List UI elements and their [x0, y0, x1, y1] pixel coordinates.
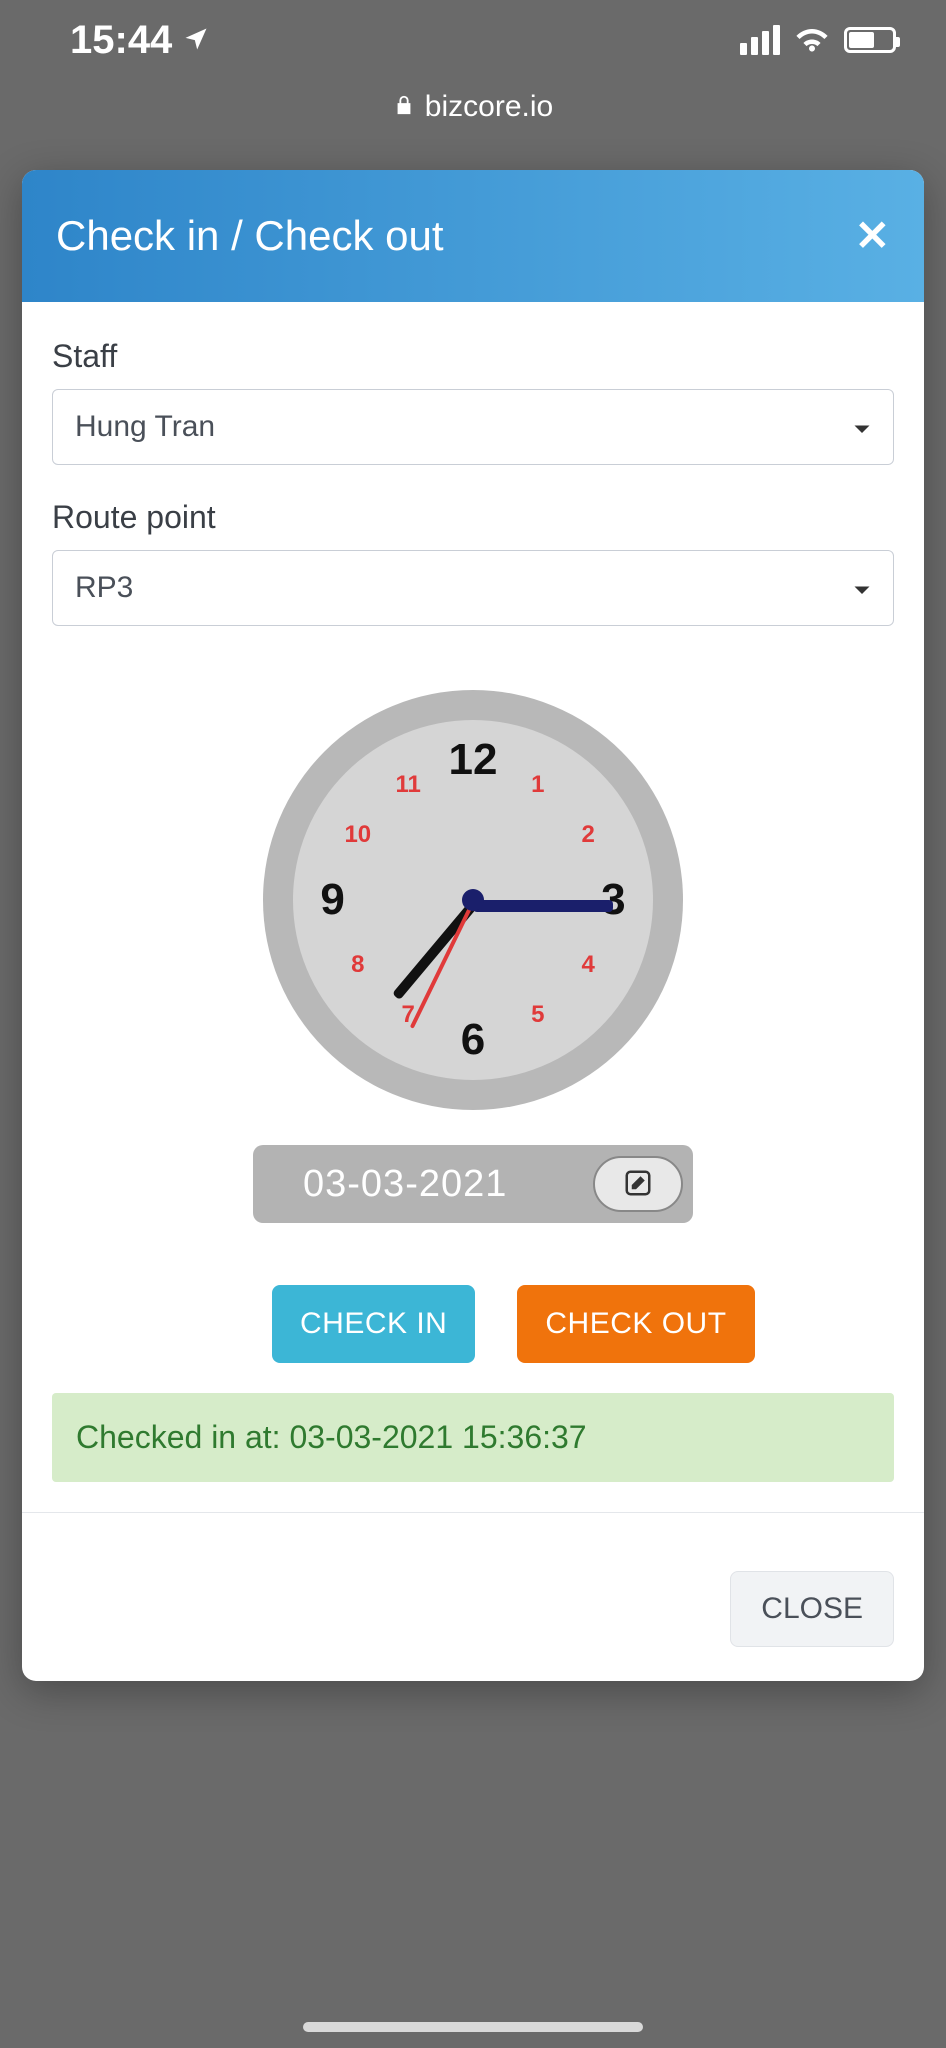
chevron-down-icon: [853, 571, 871, 605]
signal-icon: [740, 25, 780, 55]
battery-icon: [844, 27, 896, 53]
checkout-button[interactable]: CHECK OUT: [517, 1285, 754, 1363]
clock-face: 12 3 6 9 1 2 4 5 7 8 10 11: [293, 720, 653, 1080]
date-display: 03-03-2021: [253, 1145, 693, 1223]
clock-hour-hand: [473, 900, 613, 912]
clock-container: 12 3 6 9 1 2 4 5 7 8 10 11: [52, 660, 894, 1120]
modal-title: Check in / Check out: [56, 212, 444, 260]
modal-header: Check in / Check out ✕: [22, 170, 924, 302]
modal-body: Staff Hung Tran Route point RP3 12 3 6 9: [22, 302, 924, 1545]
clock-num-9: 9: [320, 875, 344, 925]
status-icons: [740, 24, 896, 57]
clock-num-6: 6: [461, 1015, 485, 1065]
modal-footer: CLOSE: [22, 1545, 924, 1681]
status-bar: 15:44: [0, 0, 946, 80]
edit-date-button[interactable]: [593, 1156, 683, 1212]
checkin-button[interactable]: CHECK IN: [272, 1285, 475, 1363]
close-icon[interactable]: ✕: [855, 215, 890, 257]
close-button[interactable]: CLOSE: [730, 1571, 894, 1647]
lock-icon: [393, 90, 415, 124]
route-point-select-value: RP3: [75, 571, 133, 604]
staff-select[interactable]: Hung Tran: [52, 389, 894, 465]
route-point-label: Route point: [52, 499, 894, 536]
clock-num-5: 5: [531, 1001, 544, 1029]
analog-clock: 12 3 6 9 1 2 4 5 7 8 10 11: [263, 690, 683, 1110]
route-point-select[interactable]: RP3: [52, 550, 894, 626]
checkin-modal: Check in / Check out ✕ Staff Hung Tran R…: [22, 170, 924, 1681]
location-arrow-icon: [182, 18, 210, 63]
clock-pivot: [462, 889, 484, 911]
clock-num-1: 1: [531, 771, 544, 799]
clock-num-4: 4: [582, 951, 595, 979]
separator: [22, 1512, 924, 1513]
staff-select-value: Hung Tran: [75, 410, 215, 443]
home-indicator: [303, 2022, 643, 2032]
chevron-down-icon: [853, 410, 871, 444]
clock-num-2: 2: [582, 821, 595, 849]
clock-num-12: 12: [449, 735, 498, 785]
wifi-icon: [794, 24, 830, 57]
status-time-text: 15:44: [70, 18, 172, 63]
browser-url-text: bizcore.io: [425, 90, 553, 124]
date-text: 03-03-2021: [303, 1163, 593, 1206]
clock-num-10: 10: [344, 821, 371, 849]
pencil-icon: [623, 1168, 653, 1201]
clock-num-11: 11: [396, 771, 421, 799]
checkin-status-banner: Checked in at: 03-03-2021 15:36:37: [52, 1393, 894, 1482]
clock-num-8: 8: [351, 951, 364, 979]
status-time: 15:44: [70, 18, 210, 63]
action-buttons: CHECK IN CHECK OUT: [272, 1285, 894, 1363]
staff-label: Staff: [52, 338, 894, 375]
browser-url-bar: bizcore.io: [0, 80, 946, 154]
date-row: 03-03-2021: [52, 1145, 894, 1223]
